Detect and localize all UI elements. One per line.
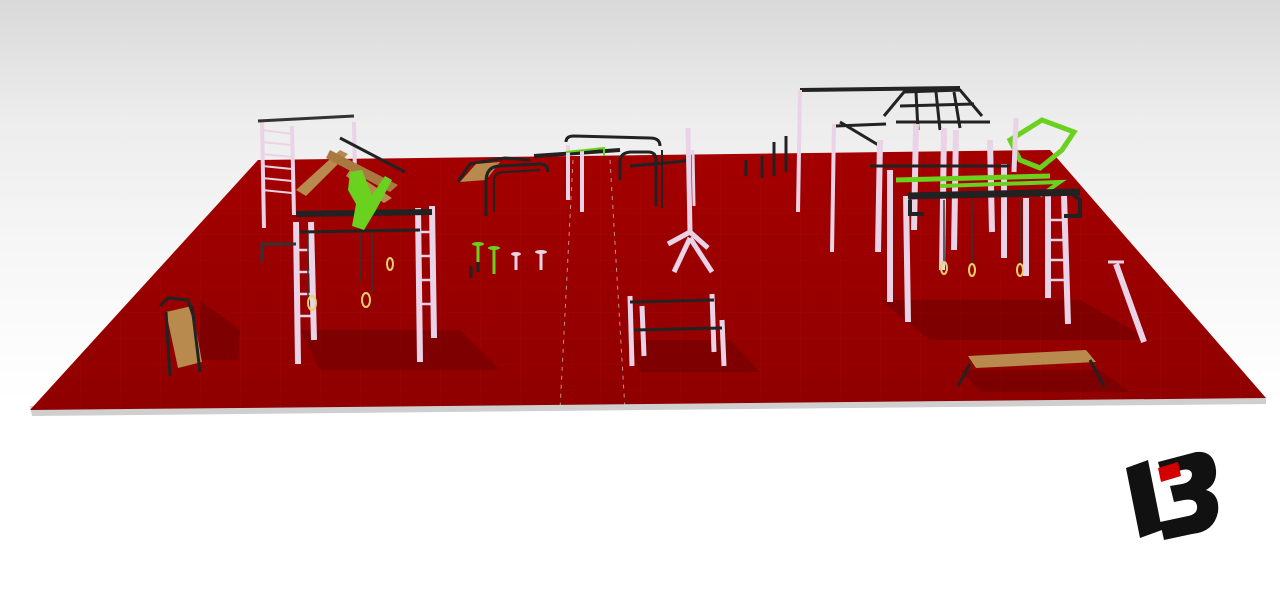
logo-three	[1158, 451, 1219, 540]
park-scene	[30, 86, 1266, 416]
logo-bar	[1126, 460, 1162, 538]
i3-logo-icon	[1126, 451, 1219, 540]
